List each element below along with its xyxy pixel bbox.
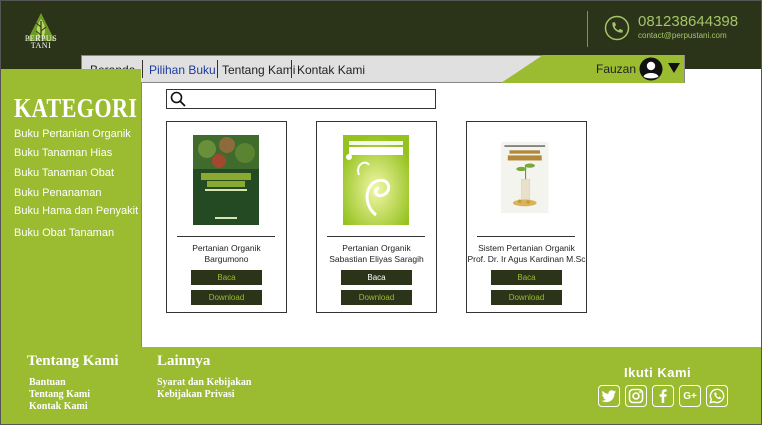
category-item-tanaman-hias[interactable]: Buku Tanaman Hias	[14, 147, 112, 159]
read-button[interactable]: Baca	[341, 270, 412, 285]
facebook-icon	[659, 389, 667, 403]
user-avatar-icon[interactable]	[639, 57, 663, 81]
contact-email[interactable]: contact@perpustani.com	[638, 31, 727, 40]
whatsapp-icon[interactable]	[706, 385, 728, 407]
book-cover-image[interactable]	[343, 135, 409, 225]
download-button[interactable]: Download	[191, 290, 262, 305]
book-card[interactable]: Pertanian Organik Sabastian Eliyas Sarag…	[316, 121, 437, 313]
card-divider	[177, 236, 275, 237]
book-title: Pertanian Organik	[342, 243, 411, 253]
facebook-icon[interactable]	[652, 385, 674, 407]
book-title: Pertanian Organik	[192, 243, 261, 253]
nav-item-pilihan-buku[interactable]: Pilihan Buku	[149, 63, 216, 77]
search-icon[interactable]	[170, 91, 186, 107]
read-button[interactable]: Baca	[191, 270, 262, 285]
footer-link-bantuan[interactable]: Bantuan	[29, 377, 66, 388]
category-item-hama-penyakit[interactable]: Buku Hama dan Penyakit	[14, 205, 138, 217]
caret-down-icon[interactable]	[668, 63, 680, 73]
search-box[interactable]	[166, 89, 436, 109]
twitter-icon	[601, 390, 616, 403]
nav-separator	[142, 60, 143, 78]
category-heading: KATEGORI	[14, 93, 138, 123]
nav-item-kontak-kami[interactable]: Kontak Kami	[297, 63, 365, 77]
category-item-pertanian-organik[interactable]: Buku Pertanian Organik	[14, 128, 131, 140]
download-button[interactable]: Download	[341, 290, 412, 305]
logo-text: PERPUS TANI	[21, 35, 61, 50]
header-divider	[587, 11, 588, 47]
book-cover-image[interactable]	[501, 138, 557, 222]
read-button[interactable]: Baca	[491, 270, 562, 285]
nav-item-tentang-kami[interactable]: Tentang Kami	[222, 63, 295, 77]
instagram-icon	[628, 388, 644, 404]
google-plus-icon[interactable]: G+	[679, 385, 701, 407]
logo-text-line2: TANI	[30, 41, 52, 50]
nav-separator	[291, 60, 292, 78]
footer-link-kontak-kami[interactable]: Kontak Kami	[29, 401, 88, 412]
book-cover-image[interactable]	[193, 135, 259, 225]
download-button[interactable]: Download	[491, 290, 562, 305]
whatsapp-icon	[709, 388, 725, 404]
footer-link-syarat[interactable]: Syarat dan Kebijakan	[157, 377, 251, 388]
follow-heading: Ikuti Kami	[624, 365, 692, 380]
book-author: Prof. Dr. Ir Agus Kardinan M.Sc	[467, 254, 586, 264]
footer-link-tentang-kami[interactable]: Tentang Kami	[29, 389, 90, 400]
footer-other-heading: Lainnya	[157, 353, 211, 369]
book-card[interactable]: Pertanian Organik Bargumono Baca Downloa…	[166, 121, 287, 313]
nav-separator	[217, 60, 218, 78]
category-item-obat-tanaman[interactable]: Buku Obat Tanaman	[14, 227, 114, 239]
instagram-icon[interactable]	[625, 385, 647, 407]
footer-link-kebijakan-privasi[interactable]: Kebijakan Privasi	[157, 389, 235, 400]
footer-about-heading: Tentang Kami	[27, 353, 119, 369]
book-author: Sabastian Eliyas Saragih	[329, 254, 424, 264]
user-name[interactable]: Fauzan	[596, 62, 636, 76]
search-input[interactable]	[191, 91, 431, 106]
app-window: PERPUS TANI 081238644398 contact@perpust…	[0, 0, 762, 425]
card-divider	[477, 236, 575, 237]
book-title: Sistem Pertanian Organik	[478, 243, 575, 253]
card-divider	[327, 236, 425, 237]
google-plus-glyph: G+	[683, 390, 697, 402]
category-item-tanaman-obat[interactable]: Buku Tanaman Obat	[14, 167, 114, 179]
twitter-icon[interactable]	[598, 385, 620, 407]
book-card[interactable]: Sistem Pertanian Organik Prof. Dr. Ir Ag…	[466, 121, 587, 313]
category-item-penanaman[interactable]: Buku Penanaman	[14, 187, 101, 199]
phone-number[interactable]: 081238644398	[638, 13, 738, 30]
book-author: Bargumono	[204, 254, 249, 264]
phone-icon	[604, 15, 630, 41]
